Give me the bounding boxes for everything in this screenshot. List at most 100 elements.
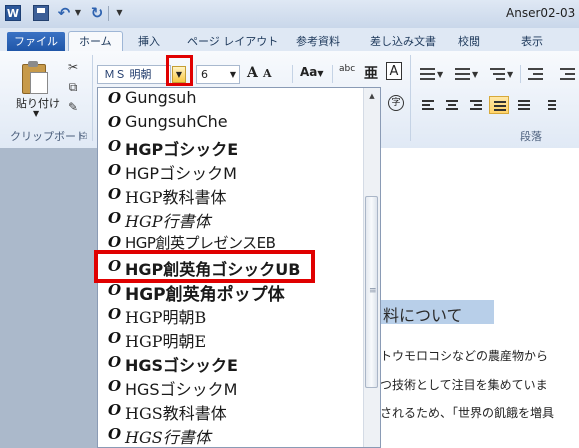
opentype-font-icon: O: [108, 353, 122, 371]
tab-mailings[interactable]: 差し込み文書: [370, 32, 436, 51]
clipboard-group-label: クリップボード: [10, 130, 87, 143]
chevron-down-icon[interactable]: ▼: [437, 68, 443, 82]
paste-dropdown-icon[interactable]: ▼: [33, 109, 39, 118]
tab-file[interactable]: ファイル: [7, 32, 65, 51]
numbering-icon[interactable]: [455, 68, 470, 80]
cut-icon[interactable]: ✂: [66, 60, 80, 74]
customize-toolbar-dropdown-icon[interactable]: ▼: [115, 5, 124, 21]
document-heading[interactable]: 料について: [383, 302, 463, 326]
chevron-down-icon[interactable]: ▼: [507, 68, 513, 82]
font-list-item-label: HGS行書体: [125, 428, 211, 447]
paragraph-group-label: 段落: [520, 130, 542, 143]
group-divider: [92, 55, 93, 141]
font-size-value: 6: [201, 68, 208, 81]
font-list-item-label: HGP教科書体: [125, 188, 227, 207]
opentype-font-icon: O: [108, 401, 122, 419]
format-painter-icon[interactable]: ✎: [66, 100, 80, 114]
align-center-button[interactable]: [442, 96, 462, 114]
scroll-thumb[interactable]: ≡: [365, 196, 378, 388]
font-list-item-label: HGP明朝B: [125, 308, 207, 327]
paste-icon[interactable]: [20, 60, 50, 94]
annotation-highlight-box: [94, 250, 315, 283]
bullets-icon[interactable]: [420, 68, 435, 80]
word-app-icon[interactable]: W: [5, 5, 21, 21]
document-title: Anser02-03: [506, 6, 576, 20]
font-name-combobox[interactable]: ＭＳ 明朝: [97, 65, 171, 84]
clear-formatting-icon[interactable]: abc: [339, 64, 355, 74]
undo-dropdown-icon[interactable]: ▼: [74, 5, 82, 21]
align-left-button[interactable]: [418, 96, 438, 114]
tab-home[interactable]: ホーム: [68, 31, 123, 53]
font-list-scrollbar[interactable]: ▲ ≡: [363, 88, 380, 447]
font-list-item-label: HGSゴシックE: [125, 356, 238, 375]
tab-review[interactable]: 校閲: [458, 32, 480, 51]
font-list-item[interactable]: O HGSゴシックE: [98, 351, 364, 375]
font-list-item[interactable]: O HGSゴシックM: [98, 375, 364, 399]
document-line[interactable]: トウモロコシなどの農産物から: [380, 347, 548, 364]
opentype-font-icon: O: [108, 161, 122, 179]
chevron-down-icon[interactable]: ▼: [472, 68, 478, 82]
line-spacing-button[interactable]: [540, 96, 560, 114]
font-list-item-label: GungsuhChe: [125, 112, 228, 131]
title-bar: W ↶ ▼ ↻ ▼ Anser02-03: [0, 0, 579, 28]
document-line[interactable]: されるため、「世界の飢餓を増具: [380, 404, 554, 421]
annotation-highlight-box: [166, 55, 193, 86]
font-list-item[interactable]: O HGP教科書体: [98, 183, 364, 207]
font-list-item-label: HGP創英角ポップ体: [125, 285, 285, 305]
align-right-button[interactable]: [466, 96, 486, 114]
undo-icon[interactable]: ↶: [56, 5, 72, 21]
justify-button[interactable]: [489, 96, 509, 114]
grip-icon: ≡: [369, 286, 377, 296]
font-list-item[interactable]: O HGPゴシックE: [98, 135, 364, 159]
phonetic-guide-icon[interactable]: 亜: [364, 63, 378, 83]
grow-font-button[interactable]: A: [247, 65, 258, 81]
multilevel-list-icon[interactable]: [490, 68, 505, 80]
scroll-up-icon[interactable]: ▲: [364, 88, 380, 104]
document-line[interactable]: つ技術として注目を集めていま: [380, 376, 548, 393]
enclose-characters-icon[interactable]: 字: [388, 95, 404, 111]
font-list-item[interactable]: O HGP行書体: [98, 207, 364, 231]
opentype-font-icon: O: [108, 305, 122, 323]
toolbar-divider: [108, 6, 109, 21]
toolbar-divider: [520, 65, 521, 83]
font-list-item[interactable]: O HGPゴシックM: [98, 159, 364, 183]
chevron-down-icon: ▼: [317, 69, 324, 78]
tab-view[interactable]: 表示: [521, 32, 543, 51]
font-list-item[interactable]: O HGS教科書体: [98, 399, 364, 423]
font-list-item[interactable]: O HGP明朝E: [98, 327, 364, 351]
font-list-item[interactable]: O GungsuhChe: [98, 111, 364, 135]
font-list-item[interactable]: O Gungsuh: [98, 88, 364, 111]
opentype-font-icon: O: [108, 113, 122, 131]
opentype-font-icon: O: [108, 377, 122, 395]
font-list-item-label: HGPゴシックE: [125, 140, 239, 159]
change-case-label: Aa: [300, 65, 318, 79]
opentype-font-icon: O: [108, 89, 122, 107]
clipboard-launcher-icon[interactable]: ◲: [80, 131, 88, 140]
font-list-item[interactable]: O HGS行書体: [98, 423, 364, 447]
character-border-icon[interactable]: A: [386, 62, 402, 80]
tab-insert[interactable]: 挿入: [138, 32, 160, 51]
tab-references[interactable]: 参考資料: [296, 32, 340, 51]
shading-button[interactable]: [562, 96, 579, 114]
group-divider: [410, 55, 411, 141]
save-icon[interactable]: [33, 5, 49, 21]
opentype-font-icon: O: [108, 185, 122, 203]
chevron-down-icon[interactable]: ▼: [230, 66, 236, 83]
toolbar-divider: [332, 65, 333, 83]
distribute-button[interactable]: [514, 96, 534, 114]
copy-icon[interactable]: ⧉: [66, 80, 80, 94]
font-size-combobox[interactable]: 6 ▼: [196, 65, 240, 84]
opentype-font-icon: O: [108, 281, 122, 299]
opentype-font-icon: O: [108, 233, 122, 251]
font-list-item-label: HGP行書体: [125, 212, 211, 231]
font-list-item-label: HGS教科書体: [125, 404, 227, 423]
opentype-font-icon: O: [108, 137, 122, 155]
change-case-button[interactable]: Aa▼: [300, 65, 324, 79]
font-list-item[interactable]: O HGP明朝B: [98, 303, 364, 327]
increase-indent-icon[interactable]: [560, 68, 575, 80]
opentype-font-icon: O: [108, 425, 122, 443]
redo-icon[interactable]: ↻: [89, 5, 105, 21]
tab-page-layout[interactable]: ページ レイアウト: [187, 32, 278, 51]
decrease-indent-icon[interactable]: [528, 68, 543, 80]
shrink-font-button[interactable]: A: [263, 67, 272, 80]
